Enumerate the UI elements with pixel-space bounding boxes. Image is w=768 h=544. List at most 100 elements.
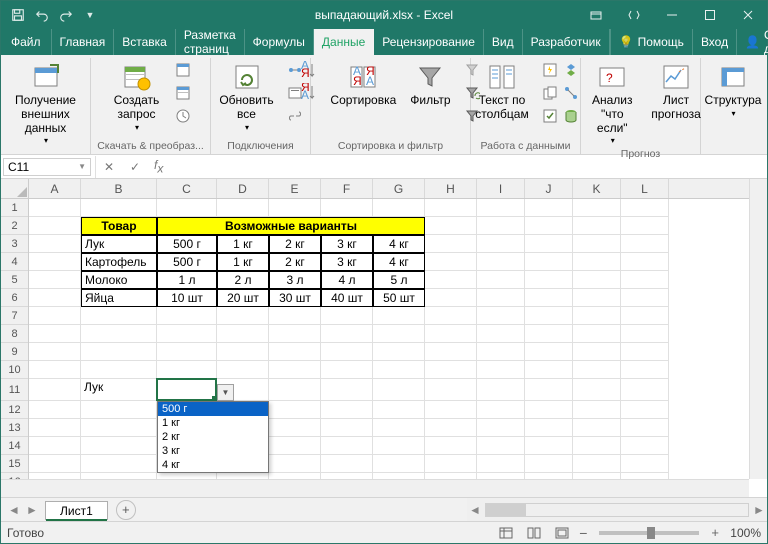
validation-dropdown-button[interactable]: ▼ <box>217 384 234 401</box>
sheet-prev-icon[interactable]: ◄ <box>5 501 23 519</box>
sort-asc-icon[interactable]: АЯ <box>298 59 320 81</box>
cell-F14[interactable] <box>321 437 373 455</box>
cell-F11[interactable] <box>321 379 373 401</box>
cell-I11[interactable] <box>477 379 525 401</box>
cell-E7[interactable] <box>269 307 321 325</box>
tab-data[interactable]: Данные <box>314 29 374 55</box>
cell-E3[interactable]: 2 кг <box>269 235 321 253</box>
cell-E4[interactable]: 2 кг <box>269 253 321 271</box>
cell-J4[interactable] <box>525 253 573 271</box>
cell-J8[interactable] <box>525 325 573 343</box>
cell-L4[interactable] <box>621 253 669 271</box>
data-validation-icon[interactable] <box>539 105 561 127</box>
validation-dropdown-list[interactable]: 500 г1 кг2 кг3 кг4 кг <box>157 401 269 473</box>
cell-C11[interactable] <box>157 379 217 401</box>
tab-home[interactable]: Главная <box>52 29 115 55</box>
cell-J15[interactable] <box>525 455 573 473</box>
cell-G8[interactable] <box>373 325 425 343</box>
cell-A13[interactable] <box>29 419 81 437</box>
cell-I15[interactable] <box>477 455 525 473</box>
sort-desc-icon[interactable]: ЯА <box>298 81 320 103</box>
cell-C4[interactable]: 500 г <box>157 253 217 271</box>
cell-K14[interactable] <box>573 437 621 455</box>
cell-E14[interactable] <box>269 437 321 455</box>
undo-icon[interactable] <box>31 4 53 26</box>
cell-E8[interactable] <box>269 325 321 343</box>
cell-B13[interactable] <box>81 419 157 437</box>
maximize-button[interactable] <box>691 1 729 29</box>
cell-F6[interactable]: 40 шт <box>321 289 373 307</box>
cell-E15[interactable] <box>269 455 321 473</box>
cell-J2[interactable] <box>525 217 573 235</box>
cell-I10[interactable] <box>477 361 525 379</box>
vertical-scrollbar[interactable] <box>749 179 767 479</box>
cell-B5[interactable]: Молоко <box>81 271 157 289</box>
dropdown-option[interactable]: 500 г <box>158 402 268 416</box>
spreadsheet-grid[interactable]: ABCDEFGHIJKL 12345678910111213141516 Тов… <box>1 179 767 497</box>
outline-button[interactable]: Структура▾ <box>701 59 766 120</box>
cell-A5[interactable] <box>29 271 81 289</box>
cell-A9[interactable] <box>29 343 81 361</box>
cell-G7[interactable] <box>373 307 425 325</box>
get-external-data-button[interactable]: Получение внешних данных▾ <box>5 59 86 148</box>
cell-E12[interactable] <box>269 401 321 419</box>
cell-K10[interactable] <box>573 361 621 379</box>
tab-insert[interactable]: Вставка <box>114 29 176 55</box>
cell-C2[interactable]: Возможные варианты <box>157 217 425 235</box>
cell-H11[interactable] <box>425 379 477 401</box>
refresh-all-button[interactable]: Обновить все▾ <box>215 59 277 134</box>
cell-I14[interactable] <box>477 437 525 455</box>
data-model-icon[interactable] <box>560 105 582 127</box>
cell-K2[interactable] <box>573 217 621 235</box>
cell-B11[interactable]: Лук <box>81 379 157 401</box>
cell-D3[interactable]: 1 кг <box>217 235 269 253</box>
cell-G12[interactable] <box>373 401 425 419</box>
cell-F10[interactable] <box>321 361 373 379</box>
cell-L3[interactable] <box>621 235 669 253</box>
cell-L8[interactable] <box>621 325 669 343</box>
dropdown-option[interactable]: 2 кг <box>158 430 268 444</box>
name-box[interactable]: C11▼ <box>3 158 91 176</box>
cell-E11[interactable] <box>269 379 321 401</box>
cell-D1[interactable] <box>217 199 269 217</box>
column-headers[interactable]: ABCDEFGHIJKL <box>29 179 749 199</box>
cell-F15[interactable] <box>321 455 373 473</box>
cell-F5[interactable]: 4 л <box>321 271 373 289</box>
cell-C5[interactable]: 1 л <box>157 271 217 289</box>
cell-J5[interactable] <box>525 271 573 289</box>
cell-D9[interactable] <box>217 343 269 361</box>
cell-D8[interactable] <box>217 325 269 343</box>
save-icon[interactable] <box>7 4 29 26</box>
cell-G11[interactable] <box>373 379 425 401</box>
cell-A11[interactable] <box>29 379 81 401</box>
cell-B15[interactable] <box>81 455 157 473</box>
page-layout-view-icon[interactable] <box>523 524 545 542</box>
relationships-icon[interactable] <box>560 82 582 104</box>
cell-A7[interactable] <box>29 307 81 325</box>
cell-K4[interactable] <box>573 253 621 271</box>
forecast-button[interactable]: Лист прогноза <box>651 59 702 124</box>
cell-G5[interactable]: 5 л <box>373 271 425 289</box>
cell-F1[interactable] <box>321 199 373 217</box>
cell-C1[interactable] <box>157 199 217 217</box>
cell-H5[interactable] <box>425 271 477 289</box>
zoom-out-button[interactable]: − <box>579 525 587 541</box>
cell-I9[interactable] <box>477 343 525 361</box>
cell-L2[interactable] <box>621 217 669 235</box>
normal-view-icon[interactable] <box>495 524 517 542</box>
cell-B1[interactable] <box>81 199 157 217</box>
cell-I1[interactable] <box>477 199 525 217</box>
cell-A4[interactable] <box>29 253 81 271</box>
cell-L9[interactable] <box>621 343 669 361</box>
cell-L15[interactable] <box>621 455 669 473</box>
cell-L5[interactable] <box>621 271 669 289</box>
cell-K9[interactable] <box>573 343 621 361</box>
tab-layout[interactable]: Разметка страниц <box>176 29 245 55</box>
cell-J14[interactable] <box>525 437 573 455</box>
cell-J10[interactable] <box>525 361 573 379</box>
filter-button[interactable]: Фильтр <box>406 59 454 110</box>
cell-B14[interactable] <box>81 437 157 455</box>
cell-K7[interactable] <box>573 307 621 325</box>
cell-F7[interactable] <box>321 307 373 325</box>
tab-view[interactable]: Вид <box>484 29 523 55</box>
